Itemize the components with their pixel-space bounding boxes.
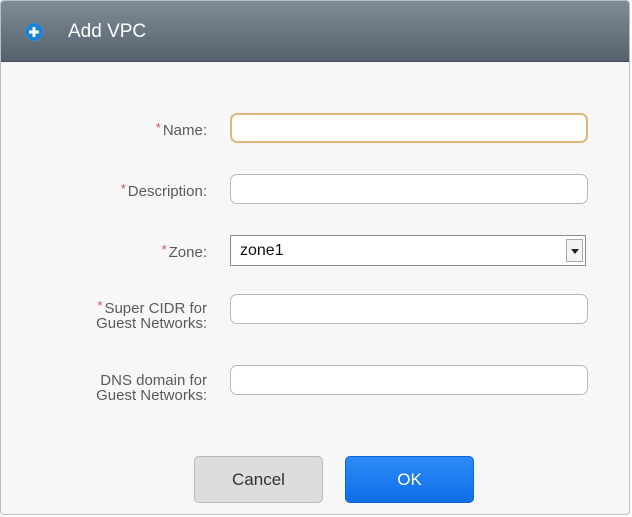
- description-input[interactable]: [230, 174, 588, 204]
- cancel-button[interactable]: Cancel: [194, 456, 323, 503]
- dns-domain-label: DNS domain for Guest Networks:: [96, 372, 207, 404]
- required-marker: *: [155, 120, 161, 135]
- zone-label: * Zone:: [161, 242, 207, 261]
- super-cidr-input[interactable]: [230, 294, 588, 324]
- zone-select[interactable]: zone1: [230, 235, 586, 266]
- dialog-titlebar: Add VPC: [1, 1, 629, 62]
- name-input[interactable]: [230, 113, 588, 143]
- add-vpc-dialog: Add VPC * Name: * Description: * Zone: zone…: [0, 0, 630, 515]
- plus-circle-icon: [25, 23, 43, 41]
- dialog-title: Add VPC: [68, 21, 147, 42]
- super-cidr-label: * Super CIDR for Guest Networks:: [96, 298, 207, 332]
- name-label: * Name:: [155, 120, 207, 139]
- dropdown-arrow-icon[interactable]: [566, 239, 583, 262]
- description-label: * Description:: [120, 181, 207, 200]
- zone-selected-value: zone1: [240, 242, 284, 259]
- required-marker: *: [161, 242, 167, 257]
- dns-domain-input[interactable]: [230, 365, 588, 395]
- required-marker: *: [120, 181, 126, 196]
- ok-button[interactable]: OK: [345, 456, 474, 503]
- required-marker: *: [97, 298, 103, 313]
